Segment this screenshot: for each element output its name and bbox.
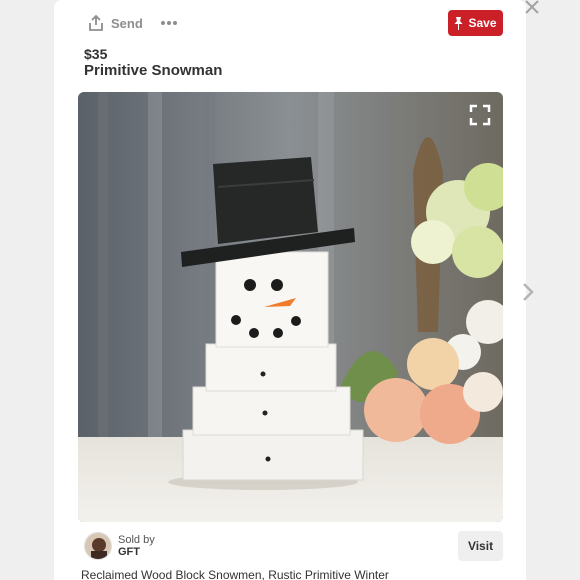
sold-by-label: Sold by [118,534,155,546]
save-button[interactable]: Save [448,10,503,36]
seller-name[interactable]: GFT [118,546,155,558]
pin-icon [454,17,463,30]
product-title: Primitive Snowman [84,62,223,79]
send-button[interactable]: Send [89,12,143,34]
seller-info[interactable]: Sold by GFT [84,532,155,560]
expand-icon[interactable] [469,104,491,126]
pin-closeup-card: Send Save $35 Primitive Snowman Sold by … [54,0,526,580]
more-options-button[interactable] [158,12,180,34]
product-description: Reclaimed Wood Block Snowmen, Rustic Pri… [81,568,389,580]
more-dots-icon [160,21,178,25]
close-icon[interactable] [522,0,542,16]
send-label: Send [111,15,143,31]
chevron-right-icon[interactable] [520,282,536,302]
avatar[interactable] [84,532,112,560]
share-upload-icon [89,15,103,31]
save-label: Save [468,16,497,30]
product-price: $35 [84,46,108,62]
snowman-photo [78,92,503,522]
visit-button[interactable]: Visit [458,531,503,561]
product-image[interactable] [78,92,503,522]
